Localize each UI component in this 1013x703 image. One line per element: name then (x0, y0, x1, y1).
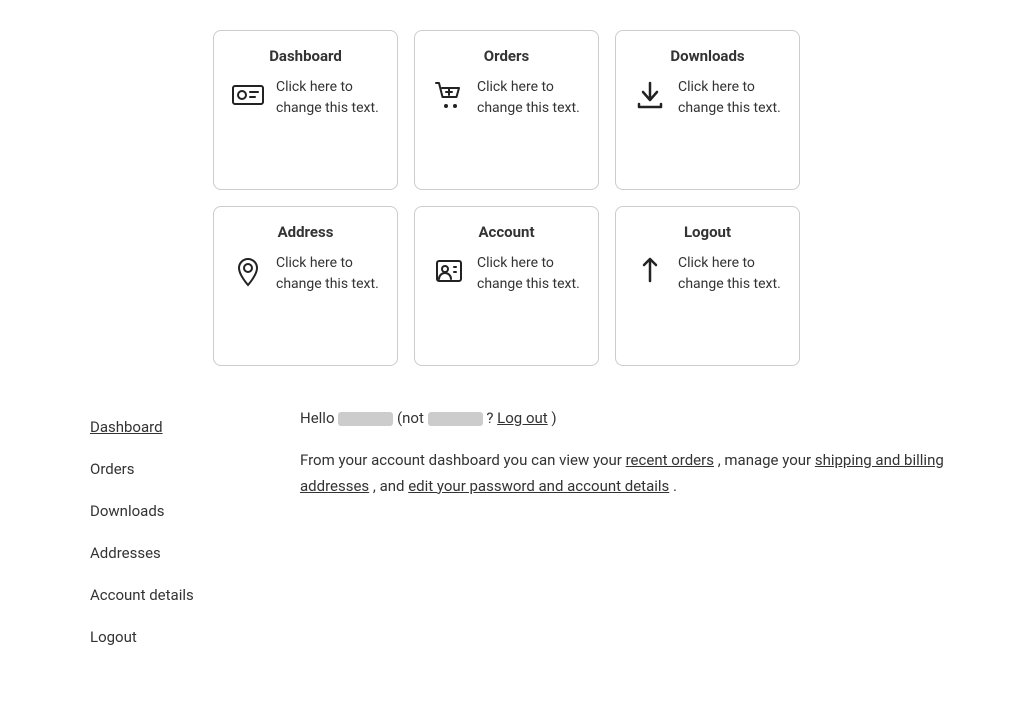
account-details-link[interactable]: edit your password and account details (408, 477, 669, 495)
greeting-not: (not (397, 409, 424, 427)
location-icon (230, 253, 266, 289)
card-address[interactable]: Address Click here to change this text. (213, 206, 398, 366)
card-address-title: Address (278, 223, 334, 241)
desc-text-end: . (673, 477, 677, 495)
sidebar-nav: Dashboard Orders Downloads Addresses Acc… (90, 406, 240, 658)
card-orders-body: Click here to change this text. (431, 77, 582, 119)
greeting-close-paren: ) (551, 409, 556, 427)
account-icon (431, 253, 467, 289)
logout-icon (632, 253, 668, 289)
card-orders-text: Click here to change this text. (477, 77, 582, 119)
download-icon (632, 77, 668, 113)
username-redacted (338, 412, 393, 426)
card-dashboard-text: Click here to change this text. (276, 77, 381, 119)
greeting-hello: Hello (300, 409, 335, 427)
card-dashboard-title: Dashboard (269, 47, 342, 65)
main-content: Hello (not ? Log out ) From your account… (300, 406, 983, 658)
card-account-text: Click here to change this text. (477, 253, 582, 295)
card-downloads[interactable]: Downloads Click here to change this text… (615, 30, 800, 190)
bottom-section: Dashboard Orders Downloads Addresses Acc… (30, 406, 983, 658)
sidebar-item-addresses[interactable]: Addresses (90, 532, 240, 574)
card-orders[interactable]: Orders Click here to change this text. (414, 30, 599, 190)
card-logout-text: Click here to change this text. (678, 253, 783, 295)
card-downloads-title: Downloads (670, 47, 744, 65)
card-address-body: Click here to change this text. (230, 253, 381, 295)
card-downloads-body: Click here to change this text. (632, 77, 783, 119)
sidebar-item-dashboard[interactable]: Dashboard (90, 406, 240, 448)
card-logout-body: Click here to change this text. (632, 253, 783, 295)
username2-redacted (428, 412, 483, 426)
card-dashboard[interactable]: Dashboard Click here to change this text… (213, 30, 398, 190)
cards-grid: Dashboard Click here to change this text… (30, 30, 983, 366)
log-out-link[interactable]: Log out (497, 409, 548, 427)
desc-text-3: , and (373, 477, 405, 495)
card-address-text: Click here to change this text. (276, 253, 381, 295)
cart-icon (431, 77, 467, 113)
recent-orders-link[interactable]: recent orders (626, 451, 714, 469)
card-logout[interactable]: Logout Click here to change this text. (615, 206, 800, 366)
card-logout-title: Logout (684, 223, 731, 241)
card-account-body: Click here to change this text. (431, 253, 582, 295)
card-downloads-text: Click here to change this text. (678, 77, 783, 119)
card-account[interactable]: Account Click here to change this text. (414, 206, 599, 366)
greeting-question: ? (486, 409, 493, 427)
card-dashboard-body: Click here to change this text. (230, 77, 381, 119)
dashboard-description: From your account dashboard you can view… (300, 448, 983, 499)
sidebar-item-logout[interactable]: Logout (90, 616, 240, 658)
id-card-icon (230, 77, 266, 113)
desc-text-2: , manage your (718, 451, 811, 469)
card-account-title: Account (478, 223, 534, 241)
desc-text-1: From your account dashboard you can view… (300, 451, 622, 469)
greeting: Hello (not ? Log out ) (300, 406, 983, 430)
sidebar-item-orders[interactable]: Orders (90, 448, 240, 490)
card-orders-title: Orders (484, 47, 529, 65)
sidebar-item-downloads[interactable]: Downloads (90, 490, 240, 532)
sidebar-item-account-details[interactable]: Account details (90, 574, 240, 616)
